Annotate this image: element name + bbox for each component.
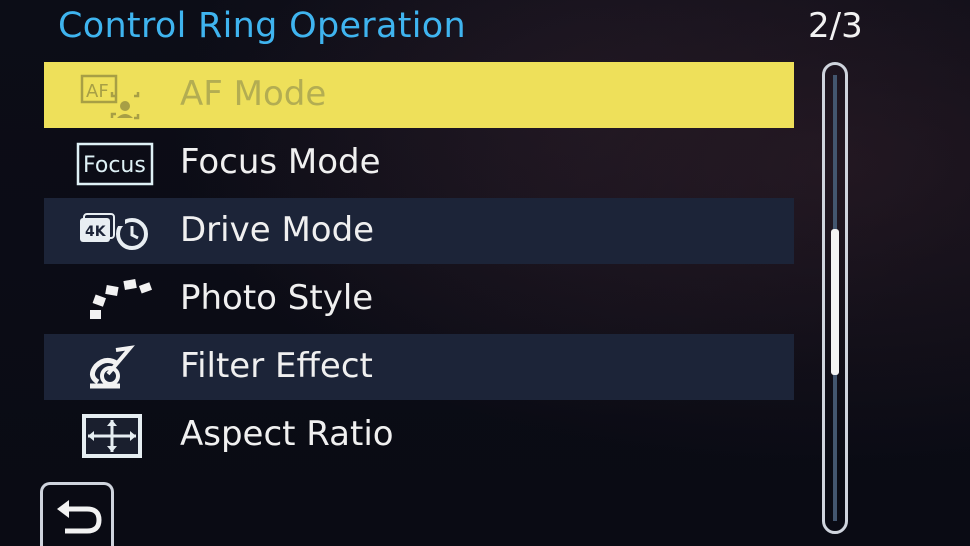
- menu-item-filter-effect[interactable]: Filter Effect: [44, 334, 794, 400]
- menu-item-af-mode[interactable]: AF AF Mode: [44, 62, 794, 128]
- menu-item-photo-style[interactable]: Photo Style: [44, 266, 794, 332]
- menu-item-label: AF Mode: [180, 74, 327, 114]
- filter-effect-icon: [76, 342, 156, 392]
- menu-item-label: Filter Effect: [180, 346, 373, 386]
- svg-text:AF: AF: [86, 81, 109, 102]
- menu-item-label: Drive Mode: [180, 210, 375, 250]
- menu-item-label: Aspect Ratio: [180, 414, 394, 454]
- drive-mode-icon: 4K: [76, 206, 156, 256]
- menu-item-focus-mode[interactable]: Focus Focus Mode: [44, 130, 794, 196]
- menu-item-aspect-ratio[interactable]: Aspect Ratio: [44, 402, 794, 468]
- menu-item-drive-mode[interactable]: 4K Drive Mode: [44, 198, 794, 264]
- menu-item-label: Photo Style: [180, 278, 374, 318]
- menu-item-label: Focus Mode: [180, 142, 381, 182]
- page-indicator: 2/3: [808, 6, 863, 46]
- back-button[interactable]: [40, 482, 114, 546]
- aspect-ratio-icon: [76, 410, 156, 460]
- return-arrow-icon: [57, 500, 102, 534]
- af-mode-icon: AF: [76, 70, 156, 120]
- svg-text:Focus: Focus: [83, 153, 146, 178]
- scrollbar[interactable]: [822, 62, 848, 534]
- camera-menu-screen: Control Ring Operation 2/3 AF AF Mode Fo…: [0, 0, 970, 546]
- page-title: Control Ring Operation: [58, 6, 466, 46]
- focus-mode-icon: Focus: [76, 138, 156, 188]
- photo-style-icon: [76, 274, 156, 324]
- scrollbar-thumb[interactable]: [831, 229, 839, 375]
- svg-text:4K: 4K: [85, 224, 107, 240]
